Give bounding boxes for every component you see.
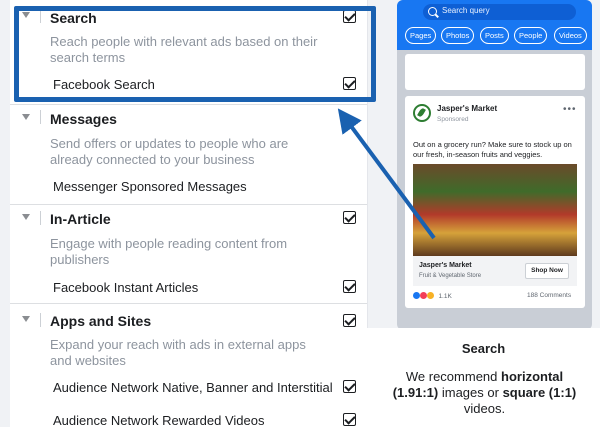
chip-videos[interactable]: Videos [554,27,587,44]
result-card [405,54,585,90]
shop-now-button[interactable]: Shop Now [525,263,569,279]
collapse-icon[interactable] [22,114,30,120]
section-divider [10,303,367,304]
phone-preview: Search query Pages Photos Posts People V… [397,0,592,330]
search-bar[interactable]: Search query [423,4,576,20]
section-divider [10,104,367,105]
chip-people[interactable]: People [514,27,548,44]
recommendation-text: We recommend horizontal (1.91:1) images … [387,369,582,417]
comment-count[interactable]: 188 Comments [527,292,571,299]
option-messenger-sponsored: Messenger Sponsored Messages [53,179,247,194]
divider [40,211,41,225]
recommendation-box: Search We recommend horizontal (1.91:1) … [367,328,600,427]
ad-card[interactable]: Jasper's Market Sponsored ••• Out on a g… [405,96,585,308]
section-title-apps-sites: Apps and Sites [50,313,152,329]
collapse-icon[interactable] [22,214,30,220]
section-description-messages: Send offers or updates to people who are… [50,136,289,167]
search-header: Search query Pages Photos Posts People V… [397,0,592,50]
ad-body-text: Out on a grocery run? Make sure to stock… [413,140,572,159]
chip-posts[interactable]: Posts [480,27,509,44]
like-icon [413,292,420,299]
search-placeholder: Search query [442,6,490,15]
checkbox-instant-articles[interactable] [343,280,356,293]
rec-bold-square: square (1:1) [502,385,577,400]
checkbox-audience-network-native[interactable] [343,380,356,393]
ad-footer-title: Jasper's Market [419,262,472,269]
checkbox-apps-sites[interactable] [343,314,356,327]
ad-footer-subtitle: Fruit & Vegetable Store [419,273,482,279]
collapse-icon[interactable] [22,316,30,322]
rec-text-part: videos. [463,401,506,416]
option-instant-articles: Facebook Instant Articles [53,280,199,295]
section-description-apps-sites: Expand your reach with ads in external a… [50,337,306,368]
haha-icon [426,292,434,299]
reactions[interactable]: 1.1K [413,292,452,300]
brand-logo [413,104,431,122]
chip-photos[interactable]: Photos [441,27,475,44]
section-title-in-article: In-Article [50,211,111,227]
ad-image[interactable] [413,164,577,256]
highlight-box [14,6,376,102]
section-divider [10,204,367,205]
more-options-icon[interactable]: ••• [563,104,577,115]
divider [40,110,41,124]
checkbox-in-article[interactable] [343,211,356,224]
search-icon [428,7,437,16]
ad-footer: Jasper's Market Fruit & Vegetable Store … [413,256,577,286]
option-audience-network-native: Audience Network Native, Banner and Inte… [53,380,333,395]
option-audience-network-rewarded: Audience Network Rewarded Videos [53,413,265,427]
section-description-in-article: Engage with people reading content from … [50,236,288,267]
love-icon [419,292,427,299]
divider [40,313,41,327]
recommendation-title: Search [461,341,506,356]
chip-pages[interactable]: Pages [405,27,437,44]
reaction-count: 1.1K [438,293,452,300]
section-title-messages: Messages [50,111,117,127]
checkbox-audience-network-rewarded[interactable] [343,413,356,426]
rec-text-part: images or [438,385,503,400]
ad-page-name[interactable]: Jasper's Market [437,104,497,113]
ad-sponsored-label: Sponsored [437,116,469,123]
rec-text-part: We recommend [405,369,502,384]
